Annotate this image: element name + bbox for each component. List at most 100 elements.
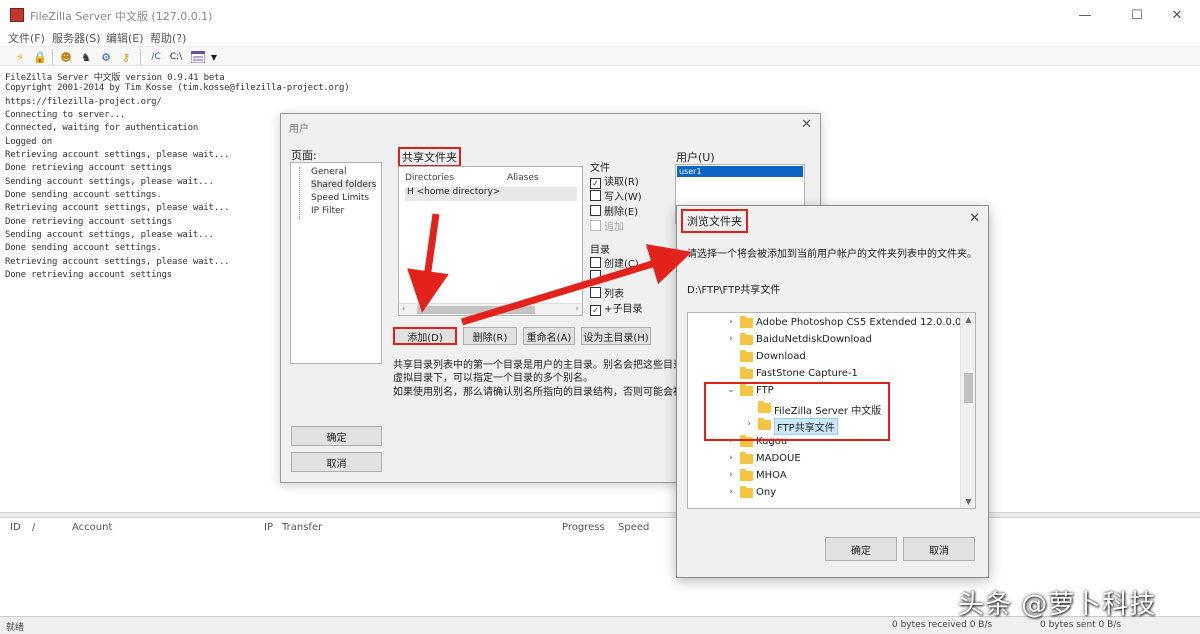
folder-icon <box>740 316 753 328</box>
folder-icon <box>740 469 753 481</box>
scroll-right-icon[interactable]: › <box>576 304 579 313</box>
folder-label: Ony <box>756 487 777 498</box>
log-line: Done retrieving account settings <box>5 163 172 173</box>
files-read-checkbox[interactable]: 读取(R) <box>590 173 639 189</box>
lightning-icon[interactable]: ⚡ <box>12 49 28 65</box>
folder-item[interactable]: › BaiduNetdiskDownload <box>688 332 958 349</box>
files-delete-checkbox[interactable]: 删除(E) <box>590 203 638 218</box>
log-line: Done retrieving account settings <box>5 217 172 227</box>
folder-icon <box>740 452 753 464</box>
files-write-checkbox[interactable]: 写入(W) <box>590 188 642 203</box>
folder-label: Adobe Photoshop CS5 Extended 12.0.0.0 <box>756 317 962 328</box>
log-line: Retrieving account settings, please wait… <box>5 257 230 267</box>
key-icon[interactable]: ⚷ <box>118 49 134 65</box>
selected-path: D:\FTP\FTP共享文件 <box>687 285 781 296</box>
minimize-button[interactable]: — <box>1062 0 1108 30</box>
set-home-button[interactable]: 设为主目录(H) <box>581 327 651 345</box>
shared-folders-list[interactable]: Directories Aliases H <home directory> ‹… <box>398 166 583 316</box>
cancel-button[interactable]: 取消 <box>291 452 382 472</box>
scroll-up-icon[interactable]: ▲ <box>961 315 975 324</box>
column-ip[interactable]: IP <box>264 522 273 533</box>
dirs-subdirs-checkbox[interactable]: +子目录 <box>590 300 642 316</box>
folder-item[interactable]: › MADOUE <box>688 451 958 468</box>
folder-icon <box>740 486 753 498</box>
group-icon[interactable]: ♞ <box>78 49 94 65</box>
folder-row[interactable]: H <home directory> <box>405 187 577 201</box>
column-progress[interactable]: Progress <box>562 522 605 533</box>
log-line: Retrieving account settings, please wait… <box>5 150 230 160</box>
folder-label: BaiduNetdiskDownload <box>756 334 872 345</box>
column-directories[interactable]: Directories <box>405 173 454 183</box>
close-icon[interactable]: ✕ <box>801 117 812 132</box>
log-line: Connecting to server... <box>5 110 126 120</box>
menu-edit[interactable]: 编辑(E) <box>106 30 144 46</box>
list-icon[interactable] <box>190 49 206 65</box>
page-shared-folders[interactable]: Shared folders <box>311 180 377 190</box>
menu-file[interactable]: 文件(F) <box>8 30 45 46</box>
column-speed[interactable]: Speed <box>618 522 649 533</box>
log-line: https://filezilla-project.org/ <box>5 97 162 107</box>
folder-item[interactable]: Download <box>688 349 958 366</box>
watermark: 头条 @萝卜科技 <box>958 590 1157 620</box>
chevron-right-icon[interactable]: › <box>726 453 736 463</box>
close-icon[interactable]: ✕ <box>969 211 980 226</box>
page-ip-filter[interactable]: IP Filter <box>311 206 344 216</box>
log-line: Done sending account settings. <box>5 243 162 253</box>
chevron-right-icon[interactable]: › <box>726 470 736 480</box>
browse-cancel-button[interactable]: 取消 <box>903 537 975 561</box>
browse-message: 请选择一个将会被添加到当前用户帐户的文件夹列表中的文件夹。 <box>687 249 977 260</box>
log-line: Done retrieving account settings <box>5 270 172 280</box>
scroll-thumb[interactable] <box>964 373 973 403</box>
scroll-thumb[interactable] <box>417 306 535 314</box>
log-line: Sending account settings, please wait... <box>5 177 214 187</box>
column-transfer[interactable]: Transfer <box>282 522 322 533</box>
dirs-list-checkbox[interactable]: 列表 <box>590 285 624 300</box>
log-line: Sending account settings, please wait... <box>5 230 214 240</box>
log-line: Logged on <box>5 137 52 147</box>
column-account[interactable]: Account <box>72 522 112 533</box>
dirs-create-checkbox[interactable]: 创建(C) <box>590 255 639 270</box>
menu-server[interactable]: 服务器(S) <box>52 30 101 46</box>
c-icon[interactable]: C:\ <box>168 49 184 65</box>
chevron-right-icon[interactable]: › <box>726 487 736 497</box>
menu-help[interactable]: 帮助(?) <box>150 30 186 46</box>
settings-icon[interactable]: ⚙ <box>98 49 114 65</box>
files-append-checkbox[interactable]: 追加 <box>590 218 624 233</box>
add-folder-button[interactable]: 添加(D) <box>393 327 457 345</box>
remove-folder-button[interactable]: 删除(R) <box>463 327 517 345</box>
rename-folder-button[interactable]: 重命名(A) <box>523 327 575 345</box>
log-line: FileZilla Server 中文版 version 0.9.41 beta <box>5 73 225 83</box>
scroll-down-icon[interactable]: ▼ <box>961 497 975 506</box>
column-aliases[interactable]: Aliases <box>507 173 539 183</box>
dirs-delete-checkbox[interactable] <box>590 270 604 283</box>
browse-ok-button[interactable]: 确定 <box>825 537 897 561</box>
chevron-right-icon[interactable]: › <box>726 317 736 327</box>
lock-icon[interactable]: 🔒 <box>32 49 48 65</box>
selected-user[interactable]: user1 <box>677 166 803 177</box>
folder-item[interactable]: FastStone Capture-1 <box>688 366 958 383</box>
users-icon[interactable]: ☻ <box>58 49 74 65</box>
title-bar: FileZilla Server 中文版 (127.0.0.1) — ☐ ✕ <box>0 0 1200 30</box>
page-general[interactable]: General <box>311 167 346 177</box>
horizontal-scrollbar[interactable]: ‹ › <box>399 303 582 315</box>
folder-label: MADOUE <box>756 453 801 464</box>
folder-item[interactable]: › Ony <box>688 485 958 502</box>
log-line: Retrieving account settings, please wait… <box>5 203 230 213</box>
column-id[interactable]: ID <box>10 522 21 533</box>
ok-button[interactable]: 确定 <box>291 426 382 446</box>
window-title: FileZilla Server 中文版 (127.0.0.1) <box>30 10 213 23</box>
folder-item[interactable]: › MHOA <box>688 468 958 485</box>
scroll-left-icon[interactable]: ‹ <box>402 304 405 313</box>
dropdown-arrow-icon[interactable]: ▼ <box>206 49 222 65</box>
status-text: 就绪 <box>6 623 25 633</box>
abc-icon[interactable]: /C <box>148 49 164 65</box>
files-group-label: 文件 <box>590 163 610 174</box>
folder-icon <box>740 333 753 345</box>
chevron-right-icon[interactable]: › <box>726 334 736 344</box>
column-sort[interactable]: / <box>32 522 35 533</box>
vertical-scrollbar[interactable]: ▲ ▼ <box>960 313 975 508</box>
folder-item[interactable]: › Adobe Photoshop CS5 Extended 12.0.0.0 <box>688 315 962 332</box>
close-button[interactable]: ✕ <box>1154 0 1200 30</box>
page-speed-limits[interactable]: Speed Limits <box>311 193 369 203</box>
log-line: Copyright 2001-2014 by Tim Kosse (tim.ko… <box>5 83 350 93</box>
